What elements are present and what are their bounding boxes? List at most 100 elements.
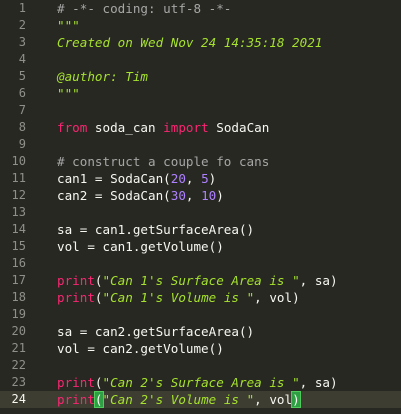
code-token-fn: print — [57, 290, 95, 305]
code-token-doc: @author: Tim — [57, 69, 148, 84]
line-number: 19 — [11, 307, 26, 321]
line-number: 23 — [11, 375, 26, 389]
code-token-plain: , vol — [254, 392, 293, 407]
code-token-kw: from — [57, 120, 88, 135]
code-token-doc: Created on Wed Nov 24 14:35:18 2021 — [57, 35, 323, 50]
code-line[interactable]: 7 — [0, 102, 401, 119]
code-token-plain: ( — [94, 290, 103, 305]
code-text: # -*- coding: utf-8 -*- — [57, 0, 231, 17]
code-line[interactable]: 19 — [0, 306, 401, 323]
code-token-fn: print — [57, 392, 95, 407]
line-number: 21 — [11, 341, 26, 355]
code-token-plain: can2 = SodaCan( — [57, 188, 171, 203]
code-token-plain: SodaCan — [208, 120, 270, 135]
code-line-current[interactable]: 24 print("Can 2's Volume is ", vol) — [0, 391, 401, 408]
code-token-plain: ) — [216, 188, 224, 203]
code-token-plain: sa = can1.getSurfaceArea() — [57, 222, 255, 237]
code-line[interactable]: 18 print("Can 1's Volume is ", vol) — [0, 289, 401, 306]
code-token-kw: import — [163, 120, 209, 135]
code-token-plain: ) — [208, 171, 217, 186]
code-token-doc: """ — [57, 18, 80, 33]
line-number: 9 — [18, 137, 26, 151]
code-line[interactable]: 8 from soda_can import SodaCan — [0, 119, 401, 136]
code-line[interactable]: 3 Created on Wed Nov 24 14:35:18 2021 — [0, 34, 401, 51]
code-line[interactable]: 2 """ — [0, 17, 401, 34]
line-number: 20 — [11, 324, 26, 338]
line-number: 4 — [18, 52, 26, 66]
code-text: Created on Wed Nov 24 14:35:18 2021 — [57, 34, 322, 51]
code-token-plain: ( — [94, 375, 103, 390]
code-token-plain: , — [185, 188, 202, 203]
line-number: 5 — [18, 69, 26, 83]
code-line[interactable]: 16 — [0, 255, 401, 272]
code-token-plain: , sa) — [299, 273, 338, 288]
code-token-plain: ( — [94, 273, 103, 288]
code-token-plain: , — [185, 171, 202, 186]
code-token-str: "Can 1's Volume is " — [102, 290, 255, 305]
code-line[interactable]: 11 can1 = SodaCan(20, 5) — [0, 170, 401, 187]
code-line[interactable]: 15 vol = can1.getVolume() — [0, 238, 401, 255]
code-token-str: "Can 2's Volume is " — [102, 392, 255, 407]
line-number: 17 — [11, 273, 26, 287]
code-text: print("Can 2's Surface Area is ", sa) — [57, 374, 338, 391]
line-number: 14 — [11, 222, 26, 236]
code-editor[interactable]: 1 # -*- coding: utf-8 -*- 2 """ 3 Created on … — [0, 0, 401, 414]
line-number: 2 — [18, 18, 26, 32]
code-line[interactable]: 17 print("Can 1's Surface Area is ", sa) — [0, 272, 401, 289]
code-line[interactable]: 1 # -*- coding: utf-8 -*- — [0, 0, 401, 17]
code-token-doc: """ — [57, 86, 80, 101]
line-number: 24 — [11, 392, 26, 406]
line-number: 8 — [18, 120, 26, 134]
code-text: print("Can 1's Volume is ", vol) — [57, 289, 300, 306]
code-token-fn: print — [57, 273, 95, 288]
code-text: print("Can 2's Volume is ", vol) — [57, 391, 301, 408]
matched-bracket: ) — [291, 391, 301, 408]
matched-bracket: ( — [93, 391, 104, 408]
code-token-plain: soda_can — [87, 120, 164, 135]
code-line[interactable]: 6 """ — [0, 85, 401, 102]
line-number: 6 — [18, 86, 26, 100]
line-number: 1 — [18, 1, 26, 15]
line-number: 10 — [11, 154, 26, 168]
code-line[interactable]: 22 — [0, 357, 401, 374]
line-number: 11 — [11, 171, 26, 185]
code-token-plain: , sa) — [299, 375, 338, 390]
code-token-plain: vol = can2.getVolume() — [57, 341, 224, 356]
line-number: 7 — [18, 103, 26, 117]
code-text: can1 = SodaCan(20, 5) — [57, 170, 216, 187]
code-text: sa = can2.getSurfaceArea() — [57, 323, 254, 340]
code-text: can2 = SodaCan(30, 10) — [57, 187, 224, 204]
code-text: @author: Tim — [57, 68, 148, 85]
line-number: 22 — [11, 358, 26, 372]
code-text: """ — [57, 85, 80, 102]
code-token-num: 30 — [170, 188, 186, 203]
line-number: 3 — [18, 35, 26, 49]
code-token-comment: # -*- coding: utf-8 -*- — [57, 1, 232, 16]
code-text: """ — [57, 17, 80, 34]
code-line[interactable]: 4 — [0, 51, 401, 68]
code-line[interactable]: 21 vol = can2.getVolume() — [0, 340, 401, 357]
code-line[interactable]: 14 sa = can1.getSurfaceArea() — [0, 221, 401, 238]
code-token-plain: vol = can1.getVolume() — [57, 239, 224, 254]
line-number: 16 — [11, 256, 26, 270]
code-text: from soda_can import SodaCan — [57, 119, 269, 136]
code-line[interactable]: 13 — [0, 204, 401, 221]
code-text: print("Can 1's Surface Area is ", sa) — [57, 272, 338, 289]
code-line[interactable]: 12 can2 = SodaCan(30, 10) — [0, 187, 401, 204]
code-line[interactable]: 23 print("Can 2's Surface Area is ", sa) — [0, 374, 401, 391]
code-line[interactable]: 10 # construct a couple fo cans — [0, 153, 401, 170]
code-text: sa = can1.getSurfaceArea() — [57, 221, 254, 238]
code-token-comment: # construct a couple fo cans — [57, 154, 270, 169]
code-token-plain: sa = can2.getSurfaceArea() — [57, 324, 255, 339]
code-token-fn: print — [57, 375, 95, 390]
line-number: 18 — [11, 290, 26, 304]
text-cursor — [299, 392, 301, 406]
code-token-str: "Can 2's Surface Area is " — [102, 375, 300, 390]
code-token-plain: can1 = SodaCan( — [57, 171, 171, 186]
code-line[interactable]: 9 — [0, 136, 401, 153]
code-line[interactable]: 20 sa = can2.getSurfaceArea() — [0, 323, 401, 340]
code-token-plain: , vol) — [254, 290, 300, 305]
code-token-str: "Can 1's Surface Area is " — [102, 273, 300, 288]
code-line[interactable]: 5 @author: Tim — [0, 68, 401, 85]
line-number: 12 — [11, 188, 26, 202]
